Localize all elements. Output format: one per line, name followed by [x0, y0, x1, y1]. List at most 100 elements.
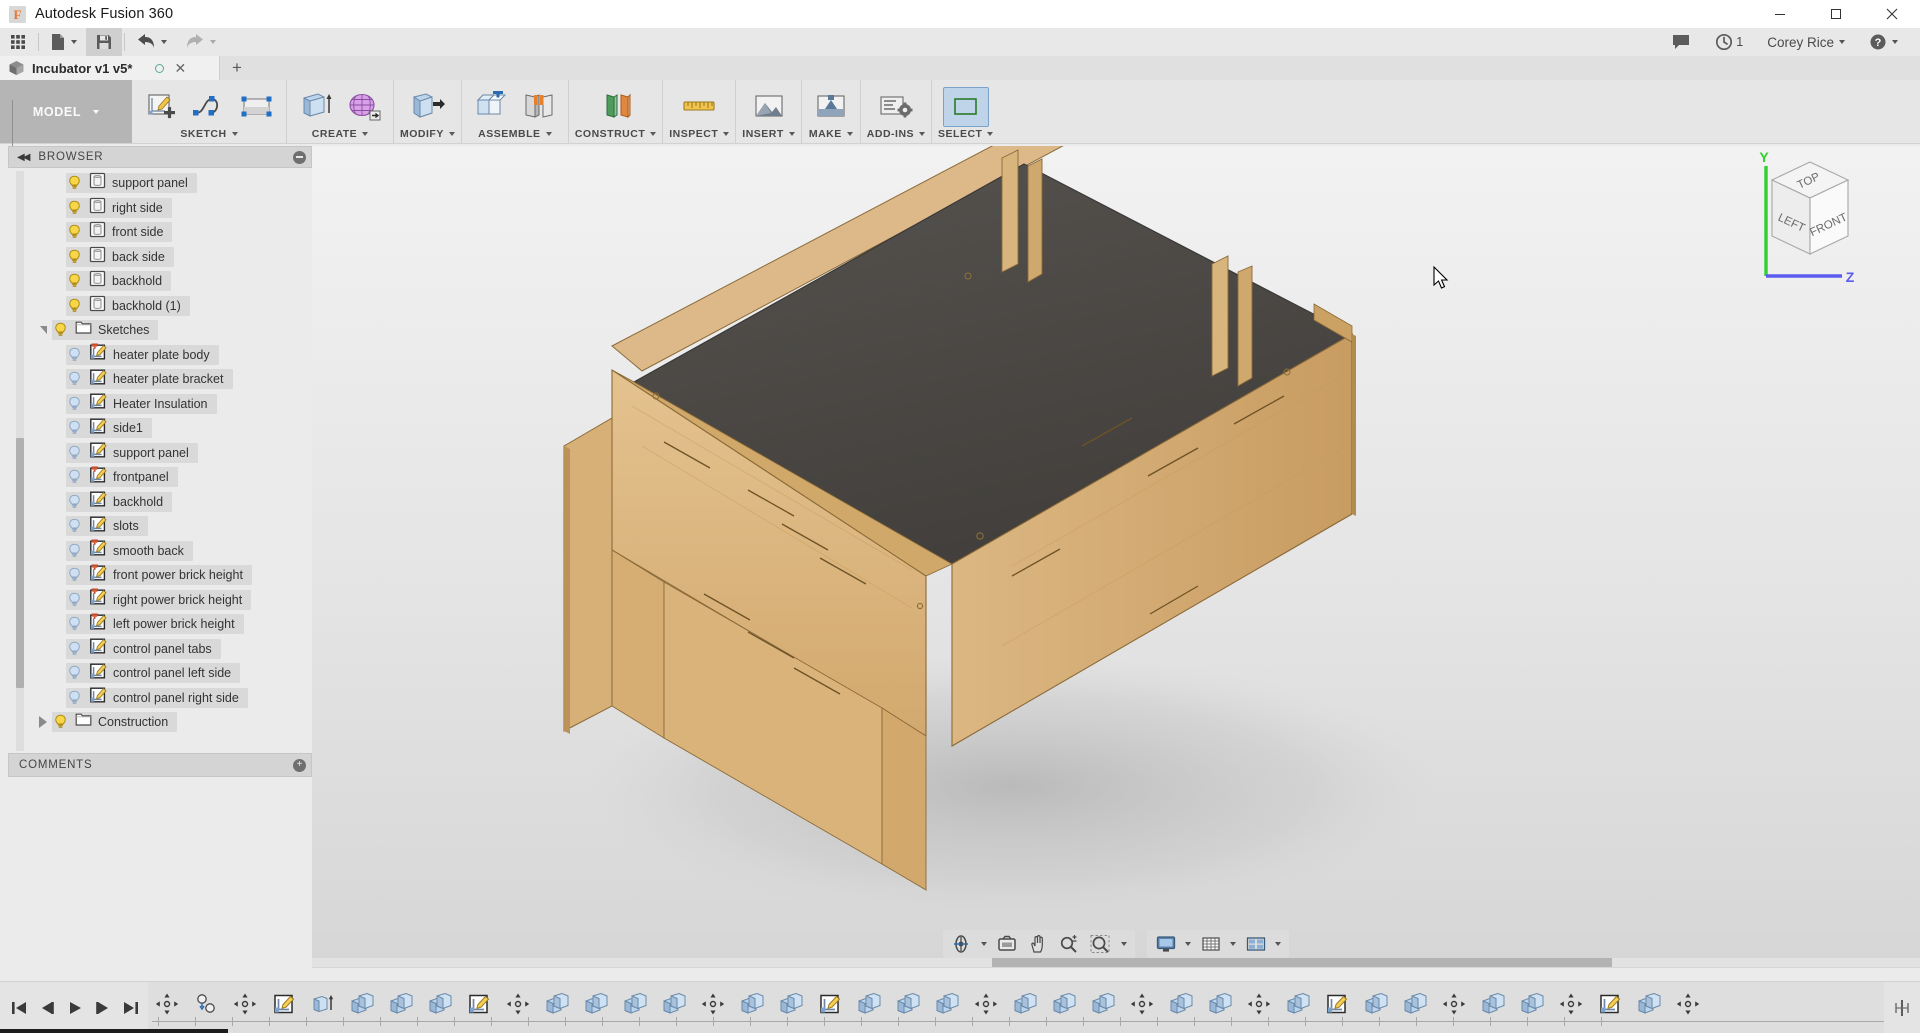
visibility-toggle[interactable] — [66, 543, 83, 559]
jump-to-end-button[interactable] — [118, 993, 144, 1023]
select-button[interactable] — [942, 86, 989, 127]
browser-tree-item[interactable]: side1 — [8, 416, 312, 441]
browser-tree-item[interactable]: support panel — [8, 171, 312, 196]
user-menu[interactable]: Corey Rice — [1755, 28, 1857, 56]
measure-button[interactable] — [676, 87, 722, 127]
visibility-toggle[interactable] — [66, 224, 83, 240]
3d-print-button[interactable] — [808, 87, 854, 127]
timeline-feature[interactable] — [226, 988, 263, 1020]
tree-expand-arrow[interactable] — [34, 716, 52, 729]
jump-to-beginning-button[interactable] — [6, 993, 32, 1023]
tree-item-hit[interactable]: back side — [66, 246, 174, 267]
app-grid-button[interactable] — [0, 28, 36, 56]
timeline-feature[interactable] — [1084, 988, 1121, 1020]
timeline-feature[interactable] — [577, 988, 614, 1020]
timeline-feature[interactable] — [343, 988, 380, 1020]
browser-tree-item[interactable]: left power brick height — [8, 612, 312, 637]
browser-tree-item[interactable]: right power brick height — [8, 588, 312, 613]
visibility-toggle[interactable] — [66, 469, 83, 485]
minimize-panel-icon[interactable] — [293, 150, 306, 164]
visibility-toggle[interactable] — [66, 396, 83, 412]
new-component-button[interactable] — [468, 87, 514, 127]
viewports-button[interactable] — [1241, 932, 1285, 956]
offset-plane-button[interactable] — [593, 87, 639, 127]
browser-tree-item[interactable]: slots — [8, 514, 312, 539]
visibility-toggle[interactable] — [66, 200, 83, 216]
timeline-feature[interactable] — [148, 988, 185, 1020]
timeline-track[interactable] — [148, 981, 1884, 1033]
browser-tree-item[interactable]: Heater Insulation — [8, 392, 312, 417]
step-forward-button[interactable] — [90, 993, 116, 1023]
timeline-feature[interactable] — [382, 988, 419, 1020]
tree-item-hit[interactable]: support panel — [66, 173, 197, 194]
spline-button[interactable] — [186, 87, 232, 127]
create-form-button[interactable] — [341, 87, 387, 127]
document-tab-active[interactable]: Incubator v1 v5* ✕ — [0, 56, 220, 80]
grid-snaps-button[interactable] — [1196, 932, 1240, 956]
tree-expand-arrow[interactable] — [34, 326, 52, 335]
timeline-feature[interactable] — [928, 988, 965, 1020]
timeline-feature[interactable] — [1552, 988, 1589, 1020]
visibility-toggle[interactable] — [66, 567, 83, 583]
timeline-feature[interactable] — [967, 988, 1004, 1020]
rectangle-button[interactable] — [234, 87, 280, 127]
maximize-button[interactable] — [1808, 0, 1864, 28]
redo-button[interactable] — [176, 28, 225, 56]
timeline-feature[interactable] — [811, 988, 848, 1020]
ribbon-group-label-insert[interactable]: INSERT — [742, 128, 795, 143]
timeline-feature[interactable] — [1396, 988, 1433, 1020]
timeline-feature[interactable] — [1162, 988, 1199, 1020]
timeline-feature[interactable] — [187, 988, 224, 1020]
browser-tree-item[interactable]: backhold — [8, 490, 312, 515]
visibility-toggle[interactable] — [66, 592, 83, 608]
zoom-button[interactable] — [1054, 932, 1084, 956]
viewport-canvas[interactable]: Y Z TOP LEFT FRONT — [312, 146, 1920, 968]
collapse-left-icon[interactable]: ◀◀ — [17, 152, 30, 163]
timeline-feature[interactable] — [655, 988, 692, 1020]
timeline-feature[interactable] — [499, 988, 536, 1020]
visibility-toggle[interactable] — [66, 371, 83, 387]
visibility-toggle[interactable] — [66, 665, 83, 681]
job-status-button[interactable]: 1 — [1703, 28, 1755, 56]
browser-tree-item[interactable]: smooth back — [8, 539, 312, 564]
timeline-feature[interactable] — [1435, 988, 1472, 1020]
tree-item-hit[interactable]: support panel — [66, 442, 198, 463]
tree-item-hit[interactable]: Sketches — [52, 320, 159, 341]
tree-item-hit[interactable]: right power brick height — [66, 588, 252, 610]
visibility-toggle[interactable] — [66, 273, 83, 289]
timeline-feature[interactable] — [1201, 988, 1238, 1020]
joint-button[interactable] — [516, 87, 562, 127]
tree-item-hit[interactable]: right side — [66, 197, 172, 218]
tree-item-hit[interactable]: backhold (1) — [66, 295, 190, 316]
browser-tree-item[interactable]: heater plate bracket — [8, 367, 312, 392]
document-tab-close-icon[interactable]: ✕ — [171, 61, 189, 75]
visibility-toggle[interactable] — [66, 298, 83, 314]
new-document-tab-button[interactable]: + — [220, 56, 254, 80]
pan-button[interactable] — [1023, 932, 1053, 956]
ribbon-group-label-assemble[interactable]: ASSEMBLE — [478, 128, 552, 143]
help-menu[interactable]: ? — [1857, 28, 1910, 56]
ribbon-group-label-inspect[interactable]: INSPECT — [669, 128, 730, 143]
new-file-button[interactable] — [41, 28, 86, 56]
tree-item-hit[interactable]: smooth back — [66, 539, 193, 561]
tree-item-hit[interactable]: frontpanel — [66, 466, 178, 488]
orbit-button[interactable] — [947, 932, 991, 956]
visibility-toggle[interactable] — [66, 690, 83, 706]
timeline-feature[interactable] — [1513, 988, 1550, 1020]
browser-tree-item[interactable]: back side — [8, 245, 312, 270]
tree-item-hit[interactable]: backhold — [66, 271, 172, 292]
visibility-toggle[interactable] — [66, 616, 83, 632]
model-3d-view[interactable] — [312, 146, 1920, 968]
timeline-feature[interactable] — [1357, 988, 1394, 1020]
timeline-feature[interactable] — [538, 988, 575, 1020]
tree-item-hit[interactable]: front power brick height — [66, 564, 252, 586]
play-button[interactable] — [62, 993, 88, 1023]
view-cube[interactable]: Y Z TOP LEFT FRONT — [1734, 148, 1884, 288]
fit-button[interactable] — [1085, 932, 1131, 956]
visibility-toggle[interactable] — [66, 494, 83, 510]
tree-item-hit[interactable]: left power brick height — [66, 613, 244, 635]
browser-tree-item[interactable]: control panel tabs — [8, 637, 312, 662]
create-sketch-button[interactable] — [138, 87, 184, 127]
ribbon-group-label-sketch[interactable]: SKETCH — [180, 128, 238, 143]
timeline-feature[interactable] — [1630, 988, 1667, 1020]
